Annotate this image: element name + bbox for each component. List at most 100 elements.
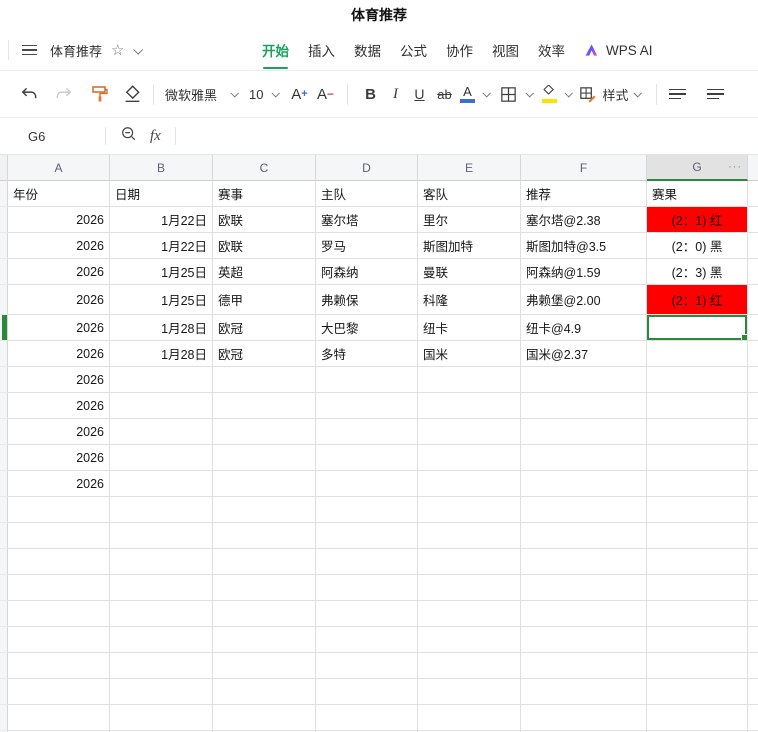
cell-C21[interactable] bbox=[213, 705, 316, 731]
cell-B18[interactable] bbox=[110, 627, 213, 653]
strikethrough-button[interactable]: ab bbox=[431, 79, 457, 109]
cell-C2[interactable]: 欧联 bbox=[213, 207, 316, 233]
cell-A17[interactable] bbox=[8, 601, 110, 627]
column-header-G[interactable]: G ··· bbox=[647, 155, 748, 181]
clear-format-eraser-icon[interactable] bbox=[120, 79, 144, 109]
row-header-4[interactable] bbox=[0, 259, 8, 285]
cell-C3[interactable]: 欧联 bbox=[213, 233, 316, 259]
cell-G12[interactable] bbox=[647, 471, 748, 497]
cell-B7[interactable]: 1月28日 bbox=[110, 341, 213, 367]
cell-F13[interactable] bbox=[521, 497, 647, 523]
cell-G5[interactable]: (2：1) 红 bbox=[647, 285, 748, 315]
cell-D20[interactable] bbox=[316, 679, 418, 705]
cell-A4[interactable]: 2026 bbox=[8, 259, 110, 285]
cell-B4[interactable]: 1月25日 bbox=[110, 259, 213, 285]
chevron-down-icon[interactable] bbox=[525, 89, 535, 98]
cell-G13[interactable] bbox=[647, 497, 748, 523]
zoom-search-icon[interactable] bbox=[120, 125, 138, 148]
cell-G14[interactable] bbox=[647, 523, 748, 549]
cell-C16[interactable] bbox=[213, 575, 316, 601]
cell-E4[interactable]: 曼联 bbox=[418, 259, 521, 285]
row-header-5[interactable] bbox=[0, 285, 8, 315]
cell-G3[interactable]: (2：0) 黑 bbox=[647, 233, 748, 259]
row-header-8[interactable] bbox=[0, 367, 8, 393]
cell-A5[interactable]: 2026 bbox=[8, 285, 110, 315]
cell-G17[interactable] bbox=[647, 601, 748, 627]
tab-data[interactable]: 数据 bbox=[354, 40, 381, 60]
cell-F8[interactable] bbox=[521, 367, 647, 393]
cell-A1[interactable]: 年份 bbox=[8, 181, 110, 207]
cell-E18[interactable] bbox=[418, 627, 521, 653]
cell-A12[interactable]: 2026 bbox=[8, 471, 110, 497]
cell-C20[interactable] bbox=[213, 679, 316, 705]
tab-home[interactable]: 开始 bbox=[262, 40, 289, 69]
cell-B14[interactable] bbox=[110, 523, 213, 549]
cell-D10[interactable] bbox=[316, 419, 418, 445]
cell-D17[interactable] bbox=[316, 601, 418, 627]
cell-G18[interactable] bbox=[647, 627, 748, 653]
cell-E17[interactable] bbox=[418, 601, 521, 627]
cell-G20[interactable] bbox=[647, 679, 748, 705]
cell-B1[interactable]: 日期 bbox=[110, 181, 213, 207]
cell-A16[interactable] bbox=[8, 575, 110, 601]
column-header-B[interactable]: B bbox=[110, 155, 213, 181]
font-name-select[interactable]: 微软雅黑 bbox=[165, 85, 239, 104]
cell-D14[interactable] bbox=[316, 523, 418, 549]
cell-A14[interactable] bbox=[8, 523, 110, 549]
cell-F19[interactable] bbox=[521, 653, 647, 679]
chevron-down-icon[interactable] bbox=[564, 89, 574, 98]
column-header-E[interactable]: E bbox=[418, 155, 521, 181]
cell-E7[interactable]: 国米 bbox=[418, 341, 521, 367]
row-header-14[interactable] bbox=[0, 523, 8, 549]
cell-C10[interactable] bbox=[213, 419, 316, 445]
cell-A2[interactable]: 2026 bbox=[8, 207, 110, 233]
cell-E3[interactable]: 斯图加特 bbox=[418, 233, 521, 259]
column-header-A[interactable]: A bbox=[8, 155, 110, 181]
favorite-star-icon[interactable]: ☆ bbox=[111, 43, 124, 58]
cell-C15[interactable] bbox=[213, 549, 316, 575]
cell-G19[interactable] bbox=[647, 653, 748, 679]
font-color-button[interactable]: A bbox=[457, 85, 477, 103]
cell-A19[interactable] bbox=[8, 653, 110, 679]
cell-styles-button[interactable]: 样式 bbox=[578, 85, 642, 104]
row-header-15[interactable] bbox=[0, 549, 8, 575]
cell-C14[interactable] bbox=[213, 523, 316, 549]
cell-B8[interactable] bbox=[110, 367, 213, 393]
cell-B16[interactable] bbox=[110, 575, 213, 601]
cell-C8[interactable] bbox=[213, 367, 316, 393]
cell-F10[interactable] bbox=[521, 419, 647, 445]
row-header-13[interactable] bbox=[0, 497, 8, 523]
cell-G1[interactable]: 赛果 bbox=[647, 181, 748, 207]
cell-C17[interactable] bbox=[213, 601, 316, 627]
cell-B17[interactable] bbox=[110, 601, 213, 627]
fill-color-button[interactable] bbox=[539, 85, 559, 103]
cell-G10[interactable] bbox=[647, 419, 748, 445]
cell-G8[interactable] bbox=[647, 367, 748, 393]
underline-button[interactable]: U bbox=[407, 79, 431, 109]
cell-D7[interactable]: 多特 bbox=[316, 341, 418, 367]
column-header-F[interactable]: F bbox=[521, 155, 647, 181]
cell-C6[interactable]: 欧冠 bbox=[213, 315, 316, 341]
cell-F17[interactable] bbox=[521, 601, 647, 627]
cell-F5[interactable]: 弗赖堡@2.00 bbox=[521, 285, 647, 315]
cell-name-box[interactable]: G6 bbox=[0, 129, 105, 144]
column-header-D[interactable]: D bbox=[316, 155, 418, 181]
cell-G11[interactable] bbox=[647, 445, 748, 471]
cell-F12[interactable] bbox=[521, 471, 647, 497]
cell-A15[interactable] bbox=[8, 549, 110, 575]
cell-F11[interactable] bbox=[521, 445, 647, 471]
hamburger-menu-icon[interactable] bbox=[22, 44, 37, 56]
cell-B2[interactable]: 1月22日 bbox=[110, 207, 213, 233]
cell-A13[interactable] bbox=[8, 497, 110, 523]
row-header-6[interactable] bbox=[0, 315, 8, 341]
cell-E21[interactable] bbox=[418, 705, 521, 731]
cell-A9[interactable]: 2026 bbox=[8, 393, 110, 419]
cell-F14[interactable] bbox=[521, 523, 647, 549]
cell-D19[interactable] bbox=[316, 653, 418, 679]
cell-F3[interactable]: 斯图加特@3.5 bbox=[521, 233, 647, 259]
undo-icon[interactable] bbox=[16, 79, 40, 109]
cell-D4[interactable]: 阿森纳 bbox=[316, 259, 418, 285]
cell-B9[interactable] bbox=[110, 393, 213, 419]
row-header-20[interactable] bbox=[0, 679, 8, 705]
row-header-19[interactable] bbox=[0, 653, 8, 679]
